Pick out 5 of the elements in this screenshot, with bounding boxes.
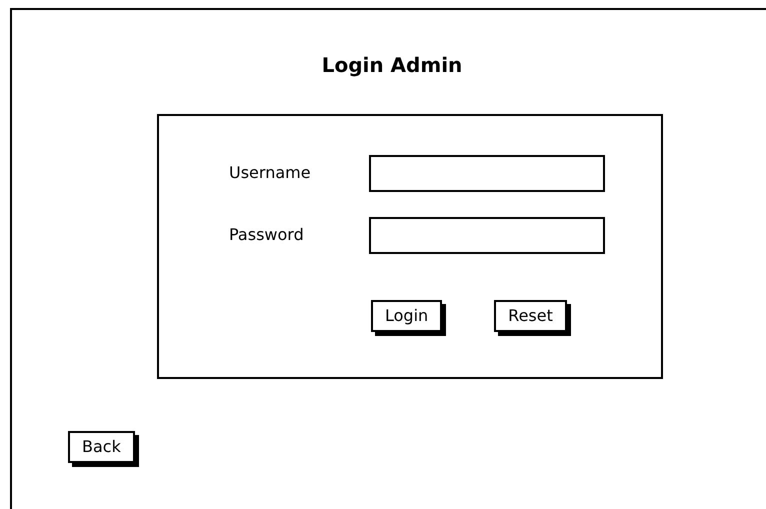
field-label: Username	[229, 162, 312, 184]
input-field[interactable]	[369, 154, 605, 192]
input-field[interactable]	[369, 216, 605, 254]
page-title: Login Admin	[322, 52, 462, 79]
field-label: Password	[229, 224, 305, 246]
